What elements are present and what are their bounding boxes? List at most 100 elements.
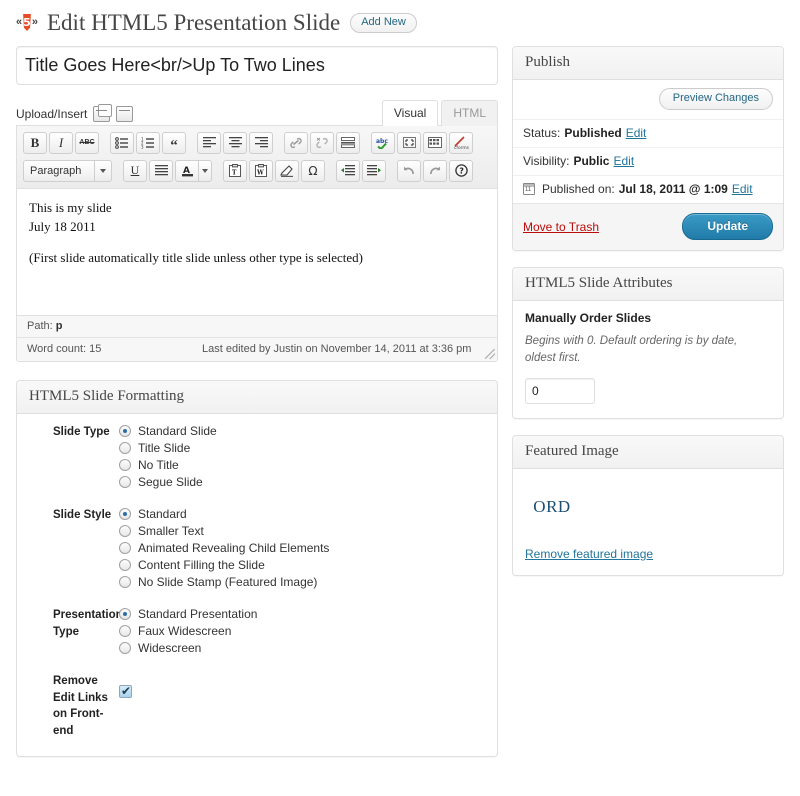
radio-label[interactable]: Title Slide	[138, 441, 190, 455]
radio-label[interactable]: Animated Revealing Child Elements	[138, 541, 329, 555]
radio-icon[interactable]	[119, 559, 131, 571]
radio-option-no-slide-stamp[interactable]: No Slide Stamp (Featured Image)	[119, 575, 485, 589]
radio-option-content-filling[interactable]: Content Filling the Slide	[119, 558, 485, 572]
paste-from-word-icon[interactable]: W	[249, 159, 273, 182]
text-color-icon[interactable]: A	[175, 159, 199, 182]
kitchen-sink-icon[interactable]	[423, 131, 447, 154]
word-count: Word count: 15	[27, 343, 102, 355]
radio-option-animated-revealing[interactable]: Animated Revealing Child Elements	[119, 541, 485, 555]
metabox-title-slide-formatting[interactable]: HTML5 Slide Formatting	[17, 381, 497, 414]
cforms-icon[interactable]: cforms	[449, 131, 473, 154]
radio-label[interactable]: Segue Slide	[138, 475, 203, 489]
insert-form-icon[interactable]	[116, 106, 134, 122]
indent-icon[interactable]	[362, 159, 386, 182]
post-title-input[interactable]	[16, 46, 498, 85]
remove-formatting-icon[interactable]	[275, 159, 299, 182]
manually-order-slides-description: Begins with 0. Default ordering is by da…	[525, 335, 738, 365]
radio-icon[interactable]	[119, 508, 131, 520]
remove-featured-image-link[interactable]: Remove featured image	[525, 547, 653, 561]
redo-icon[interactable]	[423, 159, 447, 182]
strikethrough-icon[interactable]: ABC	[75, 131, 99, 154]
path-value[interactable]: p	[56, 320, 63, 332]
radio-option-widescreen[interactable]: Widescreen	[119, 641, 485, 655]
metabox-featured-image: Featured Image ORD Remove featured image	[512, 434, 784, 576]
align-left-icon[interactable]	[197, 131, 221, 154]
radio-option-standard-slide[interactable]: Standard Slide	[119, 424, 485, 438]
radio-icon[interactable]	[119, 425, 131, 437]
move-to-trash-link[interactable]: Move to Trash	[523, 220, 599, 234]
radio-icon[interactable]	[119, 642, 131, 654]
visibility-edit-link[interactable]: Edit	[613, 154, 634, 168]
radio-icon[interactable]	[119, 625, 131, 637]
radio-icon[interactable]	[119, 608, 131, 620]
page-title: Edit HTML5 Presentation Slide	[47, 10, 341, 35]
editor-content-area[interactable]: This is my slide July 18 2011 (First sli…	[17, 189, 497, 315]
unordered-list-icon[interactable]	[110, 131, 134, 154]
undo-icon[interactable]	[397, 159, 421, 182]
radio-label[interactable]: No Slide Stamp (Featured Image)	[138, 575, 317, 589]
checkbox-option-remove-edit-links[interactable]	[119, 673, 485, 698]
radio-option-segue-slide[interactable]: Segue Slide	[119, 475, 485, 489]
radio-label[interactable]: Standard	[138, 507, 187, 521]
text-color-chevron-down-icon[interactable]	[199, 159, 212, 182]
featured-image-thumbnail[interactable]: ORD	[525, 478, 579, 535]
slide-order-input[interactable]	[525, 377, 595, 404]
checkbox-icon[interactable]	[119, 684, 132, 698]
upload-insert-group: Upload/Insert	[16, 104, 134, 125]
insert-more-tag-icon[interactable]	[336, 131, 360, 154]
spellcheck-icon[interactable]: abc	[371, 131, 395, 154]
help-icon[interactable]: ?	[449, 159, 473, 182]
update-button[interactable]: Update	[682, 213, 773, 240]
radio-icon[interactable]	[119, 576, 131, 588]
editor-resize-handle[interactable]	[485, 349, 495, 359]
metabox-title-publish[interactable]: Publish	[513, 47, 783, 80]
format-select[interactable]: Paragraph	[23, 159, 112, 182]
radio-option-standard-presentation[interactable]: Standard Presentation	[119, 607, 485, 621]
radio-label[interactable]: Content Filling the Slide	[138, 558, 265, 572]
bold-icon[interactable]: B	[23, 131, 47, 154]
radio-icon[interactable]	[119, 459, 131, 471]
radio-option-title-slide[interactable]: Title Slide	[119, 441, 485, 455]
label-slide-type: Slide Type	[53, 426, 110, 438]
radio-icon[interactable]	[119, 525, 131, 537]
insert-media-icon[interactable]	[93, 104, 113, 122]
published-on-label: Published on:	[542, 182, 615, 196]
special-character-icon[interactable]: Ω	[301, 159, 325, 182]
align-center-icon[interactable]	[223, 131, 247, 154]
radio-option-standard[interactable]: Standard	[119, 507, 485, 521]
radio-option-no-title[interactable]: No Title	[119, 458, 485, 472]
radio-label[interactable]: Standard Slide	[138, 424, 217, 438]
tab-visual[interactable]: Visual	[381, 100, 439, 126]
date-edit-link[interactable]: Edit	[732, 182, 753, 196]
add-new-button[interactable]: Add New	[350, 12, 417, 33]
metabox-title-slide-attributes[interactable]: HTML5 Slide Attributes	[513, 268, 783, 301]
metabox-title-featured-image[interactable]: Featured Image	[513, 435, 783, 469]
text-color-control[interactable]: A	[175, 159, 212, 182]
radio-label[interactable]: No Title	[138, 458, 179, 472]
preview-changes-button[interactable]: Preview Changes	[658, 88, 773, 110]
ordered-list-icon[interactable]: 123	[136, 131, 160, 154]
justify-icon[interactable]	[149, 159, 173, 182]
radio-icon[interactable]	[119, 476, 131, 488]
editor-path-bar: Path: p	[17, 315, 497, 337]
radio-label[interactable]: Smaller Text	[138, 524, 204, 538]
radio-icon[interactable]	[119, 442, 131, 454]
unlink-icon[interactable]	[310, 131, 334, 154]
tab-html[interactable]: HTML	[441, 100, 498, 126]
status-edit-link[interactable]: Edit	[626, 126, 647, 140]
insert-link-icon[interactable]	[284, 131, 308, 154]
radio-label[interactable]: Faux Widescreen	[138, 624, 231, 638]
radio-option-faux-widescreen[interactable]: Faux Widescreen	[119, 624, 485, 638]
underline-icon[interactable]: U	[123, 159, 147, 182]
radio-option-smaller-text[interactable]: Smaller Text	[119, 524, 485, 538]
outdent-icon[interactable]	[336, 159, 360, 182]
radio-icon[interactable]	[119, 542, 131, 554]
italic-icon[interactable]: I	[49, 131, 73, 154]
blockquote-icon[interactable]: “	[162, 131, 186, 154]
align-right-icon[interactable]	[249, 131, 273, 154]
paste-as-text-icon[interactable]: T	[223, 159, 247, 182]
radio-label[interactable]: Widescreen	[138, 641, 201, 655]
radio-label[interactable]: Standard Presentation	[138, 607, 257, 621]
path-label: Path:	[27, 320, 53, 332]
fullscreen-icon[interactable]	[397, 131, 421, 154]
